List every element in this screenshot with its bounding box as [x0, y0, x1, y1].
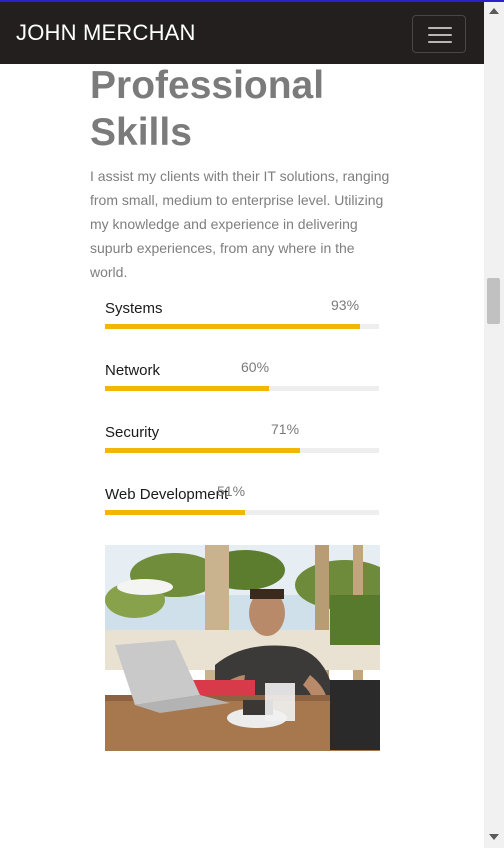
navbar: JOHN MERCHAN	[0, 2, 484, 64]
skill-item: Systems 93%	[105, 294, 379, 356]
skill-progress-fill	[105, 386, 270, 391]
skill-progress-track	[105, 324, 379, 329]
skill-item: Network 60%	[105, 356, 379, 418]
skill-percent: 71%	[271, 421, 300, 437]
skill-progress-fill	[105, 324, 360, 329]
profile-photo	[105, 545, 380, 751]
vertical-scrollbar[interactable]	[484, 2, 504, 848]
skill-item: Security 71%	[105, 418, 379, 480]
skills-section: Professional Skills I assist my clients …	[90, 62, 390, 284]
page-viewport: JOHN MERCHAN Professional Skills I assis…	[0, 2, 484, 848]
skill-name: Web Development	[105, 486, 229, 503]
scroll-up-arrow-icon[interactable]	[489, 8, 499, 14]
skills-list: Systems 93% Network 60% Security 71% Web…	[105, 294, 379, 542]
heading-line-2: Skills	[90, 111, 192, 154]
skill-percent: 51%	[217, 483, 246, 499]
skill-name: Security	[105, 424, 160, 441]
navbar-toggle-button[interactable]	[412, 15, 466, 53]
hamburger-menu-icon	[428, 41, 452, 43]
skill-name: Systems	[105, 300, 163, 317]
skill-progress-track	[105, 510, 379, 515]
skill-progress-track	[105, 448, 379, 453]
navbar-brand[interactable]: JOHN MERCHAN	[16, 20, 196, 46]
skill-name: Network	[105, 362, 161, 379]
hamburger-menu-icon	[428, 34, 452, 36]
section-intro: I assist my clients with their IT soluti…	[90, 168, 390, 280]
skill-percent: 60%	[241, 359, 270, 375]
skill-item: Web Development 51%	[105, 480, 379, 542]
heading-line-1: Professional	[90, 64, 325, 107]
hamburger-menu-icon	[428, 27, 452, 29]
skill-progress-track	[105, 386, 379, 391]
skill-percent: 93%	[331, 297, 360, 313]
scrollbar-thumb[interactable]	[487, 278, 500, 324]
skill-progress-fill	[105, 448, 300, 453]
skill-progress-fill	[105, 510, 245, 515]
scroll-down-arrow-icon[interactable]	[489, 834, 499, 840]
section-heading: Professional Skills	[90, 62, 390, 156]
